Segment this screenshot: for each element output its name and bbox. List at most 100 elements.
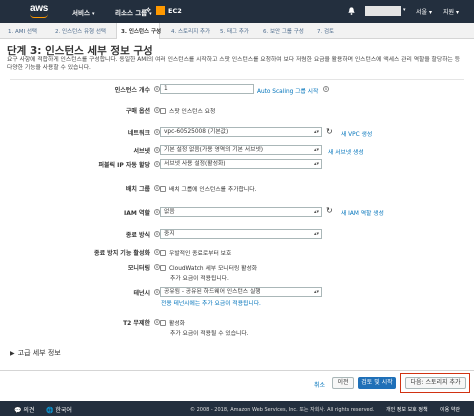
select-arrow-icon: ▴▾	[313, 231, 319, 237]
chevron-down-icon: ▾	[91, 11, 95, 17]
subnet-select[interactable]: 기본 설정 없음(가용 영역의 기본 서브넷) ▴▾	[160, 145, 322, 155]
page-description: 요구 사항에 적합하게 인스턴스를 구성합니다. 동일한 AMI의 여러 인스턴…	[7, 57, 461, 71]
review-launch-button[interactable]: 검토 및 시작	[358, 377, 396, 389]
select-arrow-icon: ▴▾	[313, 129, 319, 135]
select-arrow-icon: ▴▾	[313, 147, 319, 153]
select-arrow-icon: ▴▾	[313, 209, 319, 215]
placement-checkbox[interactable]: 배치 그룹에 인스턴스를 추가합니다.	[160, 184, 256, 193]
privacy-link[interactable]: 개인 정보 보호 정책	[386, 406, 428, 413]
shutdown-select-value: 중지	[164, 231, 175, 237]
aws-logo[interactable]: aws	[28, 2, 52, 20]
iam-role-label: IAM 역할	[124, 210, 150, 217]
new-vpc-link[interactable]: 새 VPC 생성	[341, 129, 372, 138]
language-button[interactable]: 🌐 한국어	[46, 405, 72, 414]
refresh-icon[interactable]: ↻	[326, 207, 334, 215]
chevron-down-icon: ▾	[403, 7, 406, 13]
select-arrow-icon: ▴▾	[313, 161, 319, 167]
spot-checkbox[interactable]: 스팟 인스턴스 요청	[160, 106, 215, 115]
instance-count-input[interactable]: 1	[160, 84, 254, 94]
aws-logo-text: aws	[30, 3, 49, 14]
termination-checkbox-label: 우발적인 종료로부터 보호	[169, 251, 232, 257]
chat-icon: 💬	[14, 407, 24, 414]
step-tags[interactable]: 5. 태그 추가	[220, 27, 249, 35]
account-menu[interactable]	[365, 6, 401, 16]
t2-unlimited-label: T2 무제한	[123, 320, 150, 327]
resource-groups-label: 리소스 그룹	[115, 9, 148, 17]
copyright: © 2008 - 2018, Amazon Web Services, Inc.…	[190, 407, 375, 413]
step-review[interactable]: 7. 검토	[317, 27, 334, 35]
language-label: 한국어	[55, 407, 72, 414]
tenancy-label: 테넌시	[133, 290, 150, 297]
checkbox-icon	[160, 107, 166, 114]
advanced-details-label: 고급 세부 정보	[17, 349, 61, 357]
public-ip-label: 퍼블릭 IP 자동 할당	[98, 162, 150, 169]
subnet-label: 서브넷	[133, 148, 150, 155]
services-menu[interactable]: 서비스 ▾	[72, 7, 94, 17]
step-instance-type[interactable]: 2. 인스턴스 유형 선택	[55, 27, 106, 35]
globe-icon: 🌐	[46, 407, 56, 414]
wizard-steps: 1. AMI 선택 2. 인스턴스 유형 선택 3. 인스턴스 구성 4. 스토…	[0, 23, 474, 39]
pin-icon[interactable]: ⟡	[146, 6, 151, 15]
network-select[interactable]: vpc-60525008 (기본값) ▴▾	[160, 127, 322, 137]
new-subnet-link[interactable]: 새 서브넷 생성	[328, 147, 364, 156]
checkbox-icon	[160, 249, 166, 256]
placement-group-label: 배치 그룹	[125, 186, 150, 193]
monitoring-checkbox[interactable]: CloudWatch 세부 모니터링 활성화	[160, 263, 257, 272]
asg-link[interactable]: Auto Scaling 그룹 시작	[257, 86, 318, 95]
termination-protection-label: 종료 방지 기능 활성화	[94, 250, 150, 257]
subnet-select-value: 기본 설정 없음(가용 영역의 기본 서브넷)	[164, 147, 264, 153]
feedback-button[interactable]: 💬 의견	[14, 405, 34, 414]
support-menu[interactable]: 지원 ▾	[443, 7, 459, 16]
previous-button[interactable]: 이전	[332, 377, 354, 389]
info-icon[interactable]: i	[323, 86, 329, 92]
purchase-option-label: 구매 옵션	[125, 108, 150, 115]
ec2-shortcut[interactable]: EC2	[168, 7, 182, 15]
ec2-icon	[156, 6, 165, 15]
tenancy-select-value: 공유됨 - 공유된 하드웨어 인스턴스 실행	[164, 289, 261, 295]
refresh-icon[interactable]: ↻	[326, 128, 334, 136]
network-select-value: vpc-60525008 (기본값)	[164, 129, 229, 135]
tenancy-select[interactable]: 공유됨 - 공유된 하드웨어 인스턴스 실행 ▴▾	[160, 287, 322, 297]
next-storage-button[interactable]: 다음: 스토리지 추가	[405, 377, 466, 389]
step-configure[interactable]: 3. 인스턴스 구성	[121, 27, 161, 35]
instance-count-label: 인스턴스 개수	[114, 87, 150, 94]
support-label: 지원	[443, 9, 455, 16]
top-nav: aws 서비스 ▾ 리소스 그룹 ▾ ⟡ EC2 ▾ 서울 ▾ 지원 ▾	[0, 0, 474, 23]
step-security[interactable]: 6. 보안 그룹 구성	[263, 27, 304, 35]
monitoring-label: 모니터링	[127, 265, 150, 272]
public-ip-select[interactable]: 서브넷 사용 설정(활성화) ▴▾	[160, 159, 322, 169]
checkbox-icon	[160, 319, 166, 326]
step-ami[interactable]: 1. AMI 선택	[8, 27, 37, 35]
feedback-label: 의견	[23, 407, 35, 414]
advanced-details-toggle[interactable]: ▶ 고급 세부 정보	[10, 348, 61, 358]
monitoring-checkbox-label: CloudWatch 세부 모니터링 활성화	[169, 266, 258, 272]
placement-checkbox-label: 배치 그룹에 인스턴스를 추가합니다.	[169, 187, 257, 193]
shutdown-behavior-label: 종료 방식	[125, 232, 150, 239]
bell-icon[interactable]	[347, 6, 356, 16]
region-menu[interactable]: 서울 ▾	[416, 7, 432, 16]
iam-role-select-value: 없음	[164, 209, 175, 215]
caret-right-icon: ▶	[10, 350, 15, 357]
checkbox-icon	[160, 185, 166, 192]
tenancy-note: 전용 테넌시에는 추가 요금이 적용됩니다.	[161, 301, 261, 307]
services-label: 서비스	[72, 9, 90, 17]
t2-checkbox-label: 활성화	[169, 321, 185, 327]
cancel-link[interactable]: 취소	[314, 380, 325, 389]
aws-smile-icon	[30, 14, 48, 18]
monitoring-note: 추가 요금이 적용됩니다.	[170, 276, 229, 282]
divider	[10, 79, 464, 80]
checkbox-icon	[160, 264, 166, 271]
termination-checkbox[interactable]: 우발적인 종료로부터 보호	[160, 248, 231, 257]
t2-unlimited-checkbox[interactable]: 활성화	[160, 318, 185, 327]
step-storage[interactable]: 4. 스토리지 추가	[171, 27, 210, 35]
shutdown-behavior-select[interactable]: 중지 ▴▾	[160, 229, 322, 239]
public-ip-select-value: 서브넷 사용 설정(활성화)	[164, 161, 226, 167]
terms-link[interactable]: 이용 약관	[440, 406, 460, 413]
new-iam-link[interactable]: 새 IAM 역할 생성	[341, 208, 384, 217]
network-label: 네트워크	[127, 130, 150, 137]
t2-note: 추가 요금이 적용될 수 있습니다.	[170, 331, 249, 337]
select-arrow-icon: ▴▾	[313, 289, 319, 295]
iam-role-select[interactable]: 없음 ▴▾	[160, 207, 322, 217]
spot-checkbox-label: 스팟 인스턴스 요청	[169, 109, 216, 115]
region-label: 서울	[416, 9, 428, 16]
